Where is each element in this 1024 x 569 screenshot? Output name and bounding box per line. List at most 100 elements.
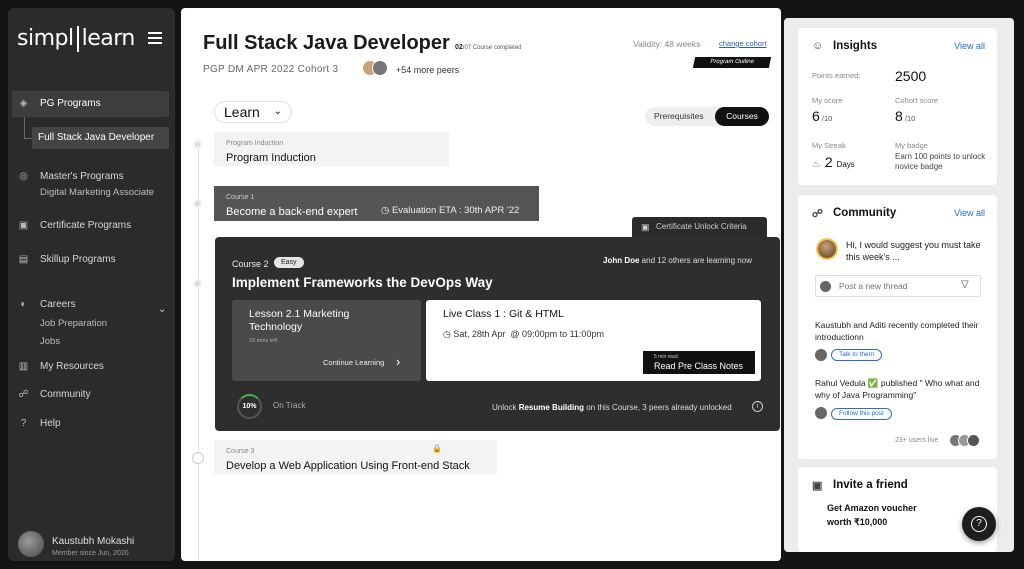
sidebar-item-certificate[interactable]: ▣ Certificate Programs xyxy=(12,217,169,235)
notes-button-label: Read Pre Class Notes xyxy=(654,361,744,371)
sidebar-item-masters[interactable]: ◎ Master's Programs xyxy=(12,168,169,186)
main-content: Full Stack Java Developer 02/07 Course c… xyxy=(181,8,781,561)
clock-icon: ◷ xyxy=(443,329,454,339)
course-card-induction[interactable]: Program Induction Program Induction xyxy=(214,132,449,166)
people-icon: ☍ xyxy=(18,389,29,400)
book-icon: ▤ xyxy=(18,254,29,265)
badge-text: Earn 100 points to unlock novice badge xyxy=(895,152,986,171)
certificate-icon: ▣ xyxy=(641,222,650,232)
feed-item: Rahul Vedula ✅ published " Who what and … xyxy=(815,378,980,400)
feed-item: Kaustubh and Aditi recently completed th… xyxy=(815,320,979,342)
chevron-down-icon: ⌄ xyxy=(273,106,282,117)
info-icon[interactable]: i xyxy=(752,401,763,412)
sidebar-item-label: PG Programs xyxy=(40,98,101,109)
sidebar-item-community[interactable]: ☍ Community xyxy=(12,386,169,404)
gift-icon: ▣ xyxy=(812,480,823,492)
read-pre-class-notes-button[interactable]: 5 min read Read Pre Class Notes xyxy=(643,351,755,374)
follow-post-button[interactable]: Follow this post xyxy=(831,408,892,420)
live-class-card[interactable]: Live Class 1 : Git & HTML ◷ Sat, 28th Ap… xyxy=(426,300,761,381)
my-score-value: 6 /10 xyxy=(812,108,833,124)
points-label: Points earned: xyxy=(812,71,861,80)
course-title: Become a back-end expert xyxy=(226,206,358,218)
sidebar-item-careers[interactable]: ◐ Careers xyxy=(12,296,169,314)
course-label: Course 3 xyxy=(226,448,255,455)
flame-icon: ♨ xyxy=(812,159,821,170)
talk-to-them-button[interactable]: Talk to them xyxy=(831,349,883,361)
community-heading: ☍ Community xyxy=(812,207,897,220)
sidebar-item-label: My Resources xyxy=(40,361,104,372)
live-users-count: 23+ users live xyxy=(895,437,939,444)
notes-read-time: 5 min read xyxy=(654,354,678,360)
help-icon: ? xyxy=(20,418,27,429)
sidebar-item-label: Community xyxy=(40,389,91,400)
sidebar-subitem-jobs[interactable]: Jobs xyxy=(40,336,60,347)
invite-panel[interactable]: ▣ Invite a friend Get Amazon voucher wort… xyxy=(798,467,997,552)
sidebar-item-help[interactable]: ? Help xyxy=(12,415,169,433)
invite-heading: ▣ Invite a friend xyxy=(812,479,908,492)
avatar xyxy=(815,349,827,361)
resources-icon: ▥ xyxy=(18,361,29,372)
lesson-title: Lesson 2.1 Marketing Technology xyxy=(249,308,350,333)
learn-dropdown[interactable]: Learn ⌄ xyxy=(214,101,292,123)
lesson-card[interactable]: Lesson 2.1 Marketing Technology 23 mins … xyxy=(232,300,421,381)
course-label: Program Induction xyxy=(226,140,284,147)
post-thread-input[interactable] xyxy=(815,275,981,297)
timeline-dot xyxy=(193,140,202,149)
hamburger-menu-icon[interactable] xyxy=(148,32,162,44)
course-card-2: Course 2 Easy Implement Frameworks the D… xyxy=(215,237,780,431)
people-icon: ☍ xyxy=(812,208,824,220)
course-title: Implement Frameworks the DevOps Way xyxy=(232,275,493,290)
certificate-unlock-criteria-tab[interactable]: ▣ Certificate Unlock Criteria xyxy=(632,217,767,237)
cohort-label: PGP DM APR 2022 Cohort 3 xyxy=(203,64,339,75)
briefcase-icon: ◐ xyxy=(20,299,27,310)
learn-dropdown-label: Learn xyxy=(224,104,260,120)
help-button[interactable]: ? xyxy=(962,507,996,541)
streak-value: ♨ 2 Days xyxy=(812,154,855,170)
course-card-1[interactable]: Course 1 Become a back-end expert ◷ Eval… xyxy=(214,186,539,221)
sidebar-subitem-job-prep[interactable]: Job Preparation xyxy=(40,318,107,329)
avatar xyxy=(815,407,827,419)
logo[interactable]: simpl learn xyxy=(17,26,135,52)
cohort-score-value: 8 /10 xyxy=(895,108,916,124)
community-message[interactable]: Hi, I would suggest you must take this w… xyxy=(846,239,986,263)
course-title: Develop a Web Application Using Front-en… xyxy=(226,460,470,472)
chevron-down-icon[interactable]: ⌄ xyxy=(158,304,166,315)
insights-view-all[interactable]: View all xyxy=(954,41,985,51)
change-cohort-link[interactable]: change cohort xyxy=(719,39,767,48)
sidebar-item-label: Careers xyxy=(40,299,76,310)
question-icon: ? xyxy=(971,516,987,532)
sidebar-item-skillup[interactable]: ▤ Skillup Programs xyxy=(12,251,169,269)
sidebar-item-resources[interactable]: ▥ My Resources xyxy=(12,358,169,376)
course-title: Program Induction xyxy=(226,152,316,164)
points-value: 2500 xyxy=(895,68,927,84)
send-icon[interactable]: ▽ xyxy=(961,279,969,290)
avatar xyxy=(820,281,831,292)
toggle-courses[interactable]: Courses xyxy=(715,107,769,126)
peer-avatar xyxy=(372,60,388,76)
continue-learning-link[interactable]: Continue Learning xyxy=(323,358,384,367)
lesson-time-left: 23 mins left xyxy=(249,338,278,344)
learning-now-text: John Doe and 12 others are learning now xyxy=(603,256,752,265)
peers-count[interactable]: +54 more peers xyxy=(396,65,459,75)
validity-label: Validity: 48 weeks xyxy=(633,39,701,49)
badge-label: My badge xyxy=(895,141,928,150)
sidebar-item-label: Certificate Programs xyxy=(40,220,132,231)
view-toggle: Prerequisites Courses xyxy=(645,107,769,126)
page-title: Full Stack Java Developer xyxy=(203,32,450,54)
course-card-3[interactable]: Course 3 🔒 Develop a Web Application Usi… xyxy=(214,440,497,474)
toggle-prerequisites[interactable]: Prerequisites xyxy=(654,111,704,121)
sidebar-item-pg-programs[interactable]: ◈ PG Programs xyxy=(12,91,169,117)
chevron-right-icon[interactable]: › xyxy=(396,354,400,369)
right-panel: ☺ Insights View all Points earned: 2500 M… xyxy=(784,18,1014,552)
sidebar-item-label: Skillup Programs xyxy=(40,254,116,265)
certificate-icon: ▣ xyxy=(18,220,29,231)
sidebar-subitem-full-stack[interactable]: Full Stack Java Developer xyxy=(32,127,169,149)
community-view-all[interactable]: View all xyxy=(954,208,985,218)
insights-panel: ☺ Insights View all Points earned: 2500 M… xyxy=(798,28,997,185)
timeline-dot xyxy=(192,452,204,464)
sidebar-item-label: Help xyxy=(40,418,61,429)
program-outline-button[interactable]: Program Outline xyxy=(692,57,772,68)
timeline-dot xyxy=(193,279,202,288)
sidebar-subitem-dma[interactable]: Digital Marketing Associate xyxy=(40,187,154,198)
insights-heading: ☺ Insights xyxy=(812,40,878,52)
